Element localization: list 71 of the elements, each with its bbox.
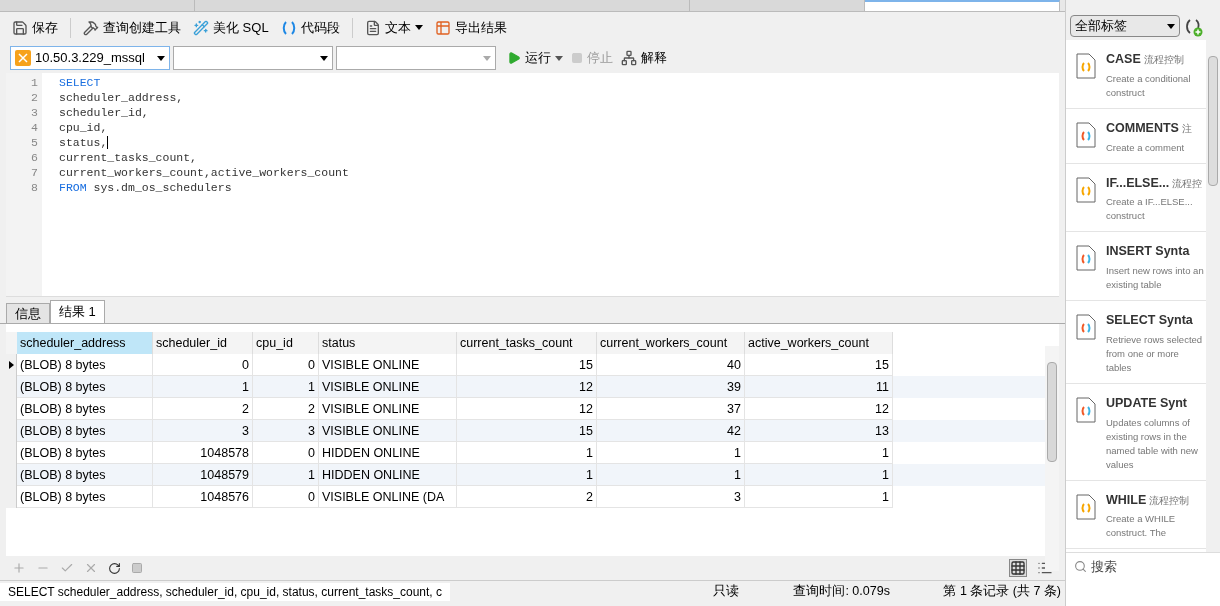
code-line: status, [59, 135, 108, 150]
snippet-item[interactable]: WHILE 流程控制 Create a WHILE construct. The [1066, 480, 1206, 550]
search-field[interactable]: 搜索 [1091, 556, 1191, 577]
code-line: scheduler_id, [59, 105, 149, 120]
snippet-item[interactable]: INSERT Synta Insert new rows into an existing table [1066, 232, 1206, 301]
snippet-description: Updates columns of existing rows in the named table with new values [1106, 415, 1199, 472]
toolbar-button[interactable]: 文本 [360, 15, 427, 40]
code-line: cpu_id, [59, 120, 108, 135]
snippet-item[interactable]: IF...ELSE... 流程控 Create a IF...ELSE... construct [1066, 163, 1206, 233]
toolbar-button[interactable]: 代码段 [276, 15, 344, 40]
snippet-title: COMMENTS [1106, 119, 1179, 137]
result-tab[interactable]: 信息 [6, 303, 50, 323]
line-number: 8 [30, 180, 39, 195]
explain-button[interactable]: 解释 [621, 46, 667, 70]
toolbar-button[interactable]: 查询创建工具 [79, 15, 185, 40]
status-mode: 只读 [713, 583, 741, 601]
snippet-description: Create a comment [1106, 140, 1186, 155]
snippet-item[interactable]: CASE 流程控制 Create a conditional construct [1066, 40, 1206, 109]
code-line: current_tasks_count, [59, 150, 198, 165]
status-query: SELECT scheduler_address, scheduler_id, cpu_id, status, current_tasks_count, c [0, 582, 450, 601]
snippet-tag: 流程控制 [1143, 52, 1184, 67]
snippet-item[interactable]: COMMENTS 注 Create a comment [1066, 108, 1206, 164]
snippet-title: WHILE [1106, 491, 1147, 509]
line-number: 2 [30, 90, 39, 105]
snippet-title: SELECT Synta [1106, 312, 1193, 329]
line-number: 5 [30, 135, 39, 150]
snippet-description: Create a WHILE construct. The [1106, 512, 1177, 541]
column-header[interactable]: scheduler_id [153, 332, 253, 354]
code-line: SELECT [59, 75, 101, 90]
table-cell: 2 [457, 486, 597, 508]
table-cell: 0 [253, 486, 319, 508]
snippet-description: Insert new rows into an existing table [1106, 264, 1205, 292]
snippet-tag: 注 [1181, 120, 1192, 136]
result-tab[interactable]: 结果 1 [50, 300, 105, 323]
toolbar-button[interactable]: 导出结果 [430, 15, 511, 40]
status-record: 第 1 条记录 (共 7 条) [943, 583, 1062, 601]
snippet-tag: 流程控制 [1149, 492, 1190, 508]
snippet-title: IF...ELSE... [1106, 174, 1170, 192]
column-header[interactable]: status [319, 332, 457, 354]
sql-editor[interactable]: 1 2 3 4 5 6 7 8 SELECT scheduler_address, scheduler_id, cpu_id, status, current_tasks_count, current_workers_count,active_workers_count FROM sys.dm_os_schedulers [6, 73, 1059, 297]
snippet-title: INSERT Synta [1106, 243, 1190, 261]
column-header[interactable]: current_tasks_count [457, 332, 597, 354]
tag-filter-select[interactable]: 全部标签 [1070, 15, 1180, 37]
line-number: 4 [30, 120, 39, 135]
table-cell: 3 [597, 486, 745, 508]
connection-select[interactable]: 10.50.3.229_mssql [10, 46, 170, 70]
status-time: 查询时间: 0.079s [793, 583, 891, 601]
table-cell: VISIBLE ONLINE (DA [319, 486, 457, 508]
column-header[interactable]: current_workers_count [597, 332, 745, 354]
code-line: FROM sys.dm_os_schedulers [59, 180, 232, 195]
snippet-tag: 流程控 [1172, 175, 1203, 191]
snippet-description: Create a IF...ELSE... construct [1106, 195, 1194, 224]
column-header[interactable]: scheduler_address [17, 332, 153, 354]
table-cell: 1048576 [153, 486, 253, 508]
toolbar-button[interactable]: 美化 SQL [189, 15, 273, 40]
line-number: 3 [30, 105, 39, 120]
line-number: 1 [30, 75, 39, 90]
table-cell: (BLOB) 8 bytes [17, 486, 153, 508]
column-header[interactable]: active_workers_count [745, 332, 893, 354]
column-header[interactable]: cpu_id [253, 332, 319, 354]
snippet-description: Create a conditional construct [1106, 71, 1192, 100]
snippet-description: Retrieve rows selected from one or more tables [1106, 332, 1204, 375]
code-line: scheduler_address, [59, 90, 184, 105]
table-cell: 1 [745, 486, 893, 508]
snippet-title: CASE [1106, 51, 1141, 68]
code-line: current_workers_count,active_workers_count [59, 165, 349, 180]
toolbar-button[interactable]: 保存 [8, 15, 62, 40]
run-button[interactable]: 运行 [507, 46, 563, 70]
line-number: 6 [30, 150, 39, 165]
snippet-title: UPDATE Synt [1106, 394, 1188, 412]
line-number: 7 [30, 165, 39, 180]
